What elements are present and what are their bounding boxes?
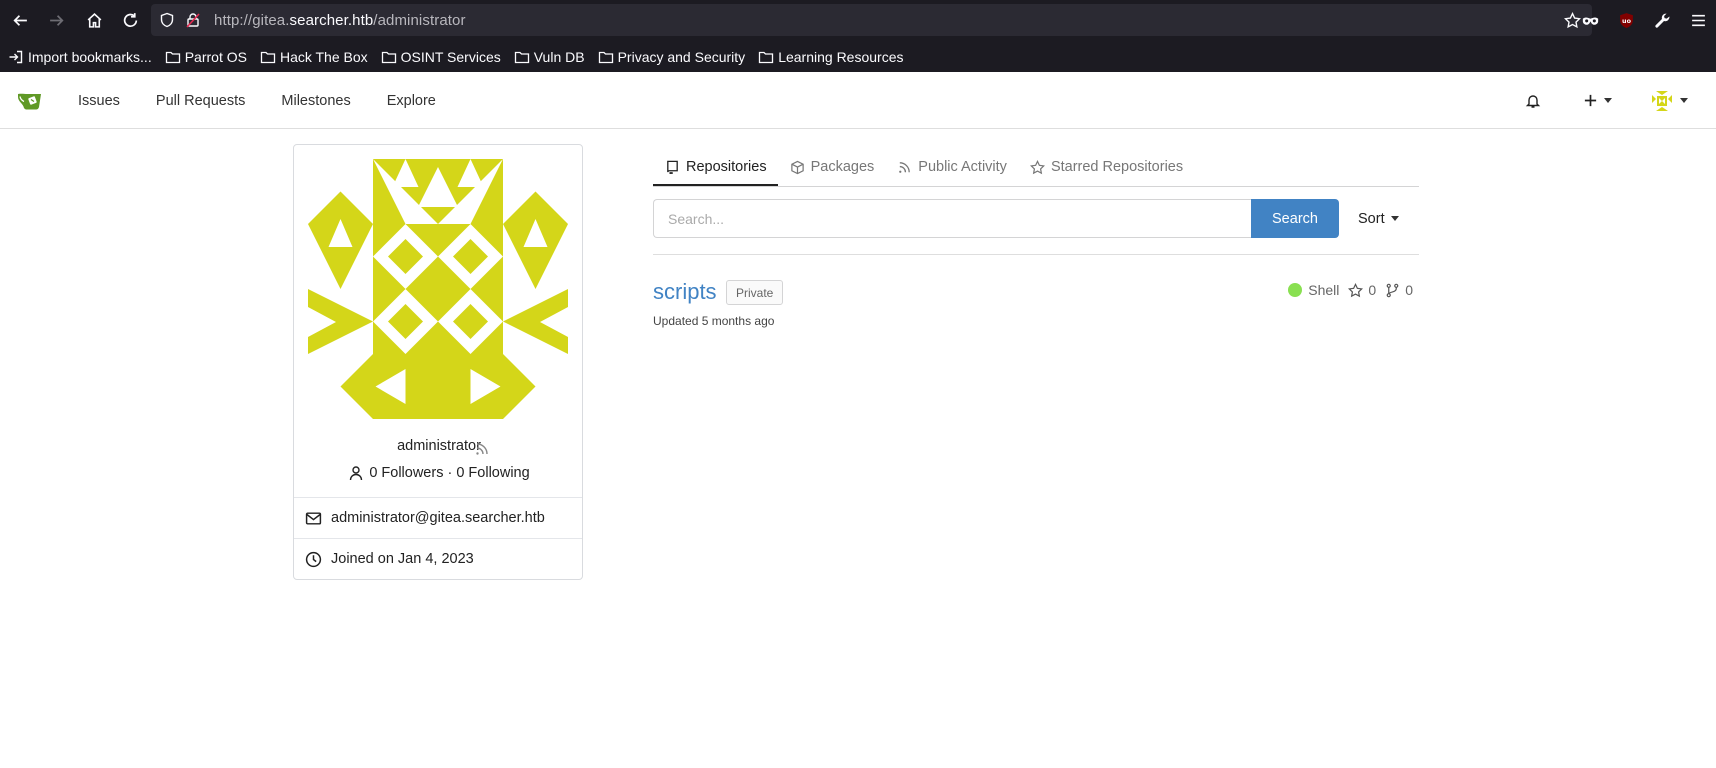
- folder-icon: [759, 51, 774, 63]
- search-button[interactable]: Search: [1251, 199, 1339, 238]
- import-icon: [9, 50, 23, 63]
- create-new-button[interactable]: [1583, 93, 1612, 108]
- fork-icon: [1386, 283, 1399, 297]
- folder-icon: [165, 51, 180, 63]
- follow-stats[interactable]: 0 Followers · 0 Following: [294, 465, 584, 481]
- bookmark-vuln-db[interactable]: Vuln DB: [514, 49, 585, 65]
- tab-starred-repositories[interactable]: Starred Repositories: [1018, 149, 1194, 185]
- tab-repositories[interactable]: Repositories: [653, 149, 778, 186]
- rss-icon: [899, 161, 911, 173]
- home-icon[interactable]: [76, 5, 112, 37]
- folder-icon: [598, 51, 613, 63]
- private-mask-icon[interactable]: [1572, 5, 1608, 37]
- repo-search-bar: Search Sort: [653, 199, 1419, 255]
- search-input[interactable]: [653, 199, 1252, 238]
- bookmark-privacy-security[interactable]: Privacy and Security: [598, 49, 745, 65]
- clock-icon: [305, 551, 322, 567]
- bookmarks-bar: Import bookmarks... Parrot OS Hack The B…: [0, 41, 1716, 72]
- browser-toolbar: http://gitea.searcher.htb/administrator …: [0, 0, 1716, 41]
- nav-issues[interactable]: Issues: [78, 93, 120, 109]
- chevron-down-icon: [1680, 98, 1688, 103]
- profile-username: administrator: [397, 438, 481, 454]
- ublock-icon[interactable]: uo: [1608, 5, 1644, 37]
- repo-stars[interactable]: 0: [1348, 282, 1376, 298]
- main-nav: Issues Pull Requests Milestones Explore: [60, 72, 454, 129]
- nav-milestones[interactable]: Milestones: [281, 93, 350, 109]
- repo-icon: [667, 160, 678, 174]
- site-header: Issues Pull Requests Milestones Explore: [0, 72, 1716, 129]
- star-icon: [1348, 282, 1364, 297]
- profile-avatar: [308, 159, 568, 419]
- bookmark-parrot-os[interactable]: Parrot OS: [165, 49, 247, 65]
- star-icon: [1029, 159, 1045, 174]
- reload-icon[interactable]: [112, 5, 148, 37]
- profile-joined-row: Joined on Jan 4, 2023: [294, 538, 582, 579]
- nav-pull-requests[interactable]: Pull Requests: [156, 93, 245, 109]
- repo-language: Shell: [1308, 282, 1340, 298]
- profile-card: administrator 0 Followers · 0 Following …: [293, 144, 583, 580]
- chevron-down-icon: [1604, 98, 1612, 103]
- folder-icon: [260, 51, 276, 63]
- profile-joined: Joined on Jan 4, 2023: [331, 551, 474, 567]
- sort-dropdown[interactable]: Sort: [1358, 199, 1399, 238]
- nav-explore[interactable]: Explore: [387, 93, 436, 109]
- bookmark-hack-the-box[interactable]: Hack The Box: [260, 49, 368, 65]
- gitea-logo-icon[interactable]: [17, 89, 47, 111]
- person-icon: [350, 466, 363, 481]
- plus-icon: [1584, 94, 1597, 107]
- bookmark-osint-services[interactable]: OSINT Services: [381, 49, 501, 65]
- chevron-down-icon: [1390, 216, 1399, 221]
- tab-public-activity[interactable]: Public Activity: [885, 149, 1018, 185]
- folder-icon: [514, 51, 529, 63]
- wrench-icon[interactable]: [1644, 5, 1680, 37]
- tab-packages[interactable]: Packages: [778, 149, 886, 185]
- forward-icon[interactable]: [38, 5, 74, 37]
- repo-meta: Shell 0 0: [1288, 282, 1413, 298]
- bookmark-learning-resources[interactable]: Learning Resources: [758, 49, 903, 65]
- insecure-lock-icon[interactable]: [180, 12, 206, 28]
- bell-icon: [1525, 94, 1541, 108]
- repo-forks[interactable]: 0: [1385, 282, 1413, 298]
- package-icon: [790, 160, 804, 174]
- profile-tabs: Repositories Packages Public Activity St…: [653, 149, 1419, 187]
- shield-icon[interactable]: [154, 12, 180, 28]
- menu-icon[interactable]: [1680, 5, 1716, 37]
- url-text[interactable]: http://gitea.searcher.htb/administrator: [214, 12, 466, 29]
- svg-text:uo: uo: [1622, 17, 1632, 25]
- profile-email[interactable]: administrator@gitea.searcher.htb: [331, 510, 545, 526]
- url-bar[interactable]: http://gitea.searcher.htb/administrator: [151, 4, 1592, 36]
- profile-email-row: administrator@gitea.searcher.htb: [294, 497, 582, 538]
- bookmark-import[interactable]: Import bookmarks...: [8, 49, 152, 65]
- user-menu-button[interactable]: [1650, 88, 1688, 113]
- repo-link-scripts[interactable]: scripts: [653, 279, 717, 305]
- repo-updated-time: Updated 5 months ago: [653, 314, 775, 328]
- private-badge: Private: [726, 280, 784, 305]
- notifications-button[interactable]: [1525, 93, 1541, 109]
- language-color-dot: [1288, 283, 1303, 297]
- mail-icon: [305, 511, 322, 525]
- back-icon[interactable]: [2, 5, 38, 37]
- rss-feed-icon[interactable]: [474, 441, 490, 457]
- avatar: [1650, 88, 1674, 113]
- folder-icon: [381, 51, 396, 63]
